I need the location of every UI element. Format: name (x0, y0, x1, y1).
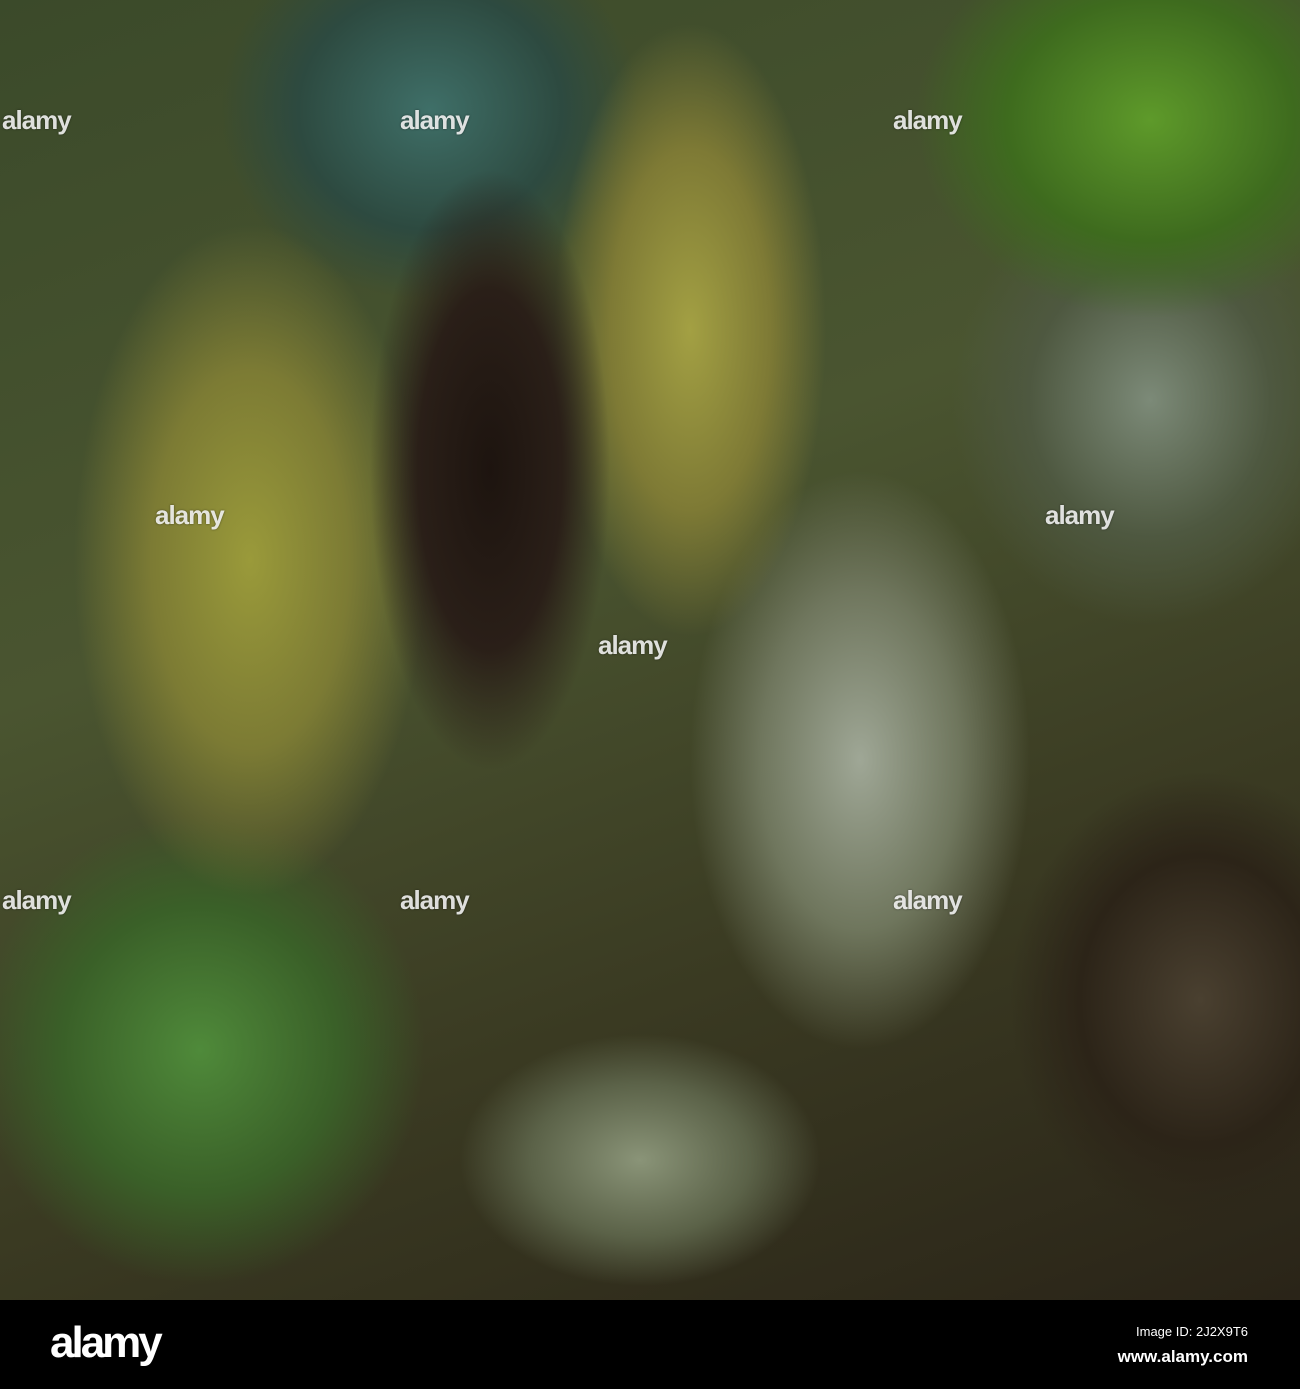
watermark: alamy (893, 105, 963, 135)
watermark: alamy (1045, 500, 1115, 530)
watermark: alamy (2, 885, 72, 915)
watermark: alamy (2, 105, 72, 135)
watermark: alamy (400, 105, 470, 135)
image-id: Image ID: 2J2X9T6 (1136, 1324, 1248, 1339)
footer-bar: alamy Image ID: 2J2X9T6 www.alamy.com (0, 1300, 1300, 1389)
website-link[interactable]: www.alamy.com (1118, 1347, 1248, 1367)
watermark: alamy (400, 885, 470, 915)
stock-photo-tree-stump: alamy alamy alamy alamy alamy alamy alam… (0, 0, 1300, 1300)
alamy-logo: alamy (50, 1318, 163, 1367)
watermark: alamy (155, 500, 225, 530)
watermark: alamy (598, 630, 668, 660)
watermark: alamy (893, 885, 963, 915)
